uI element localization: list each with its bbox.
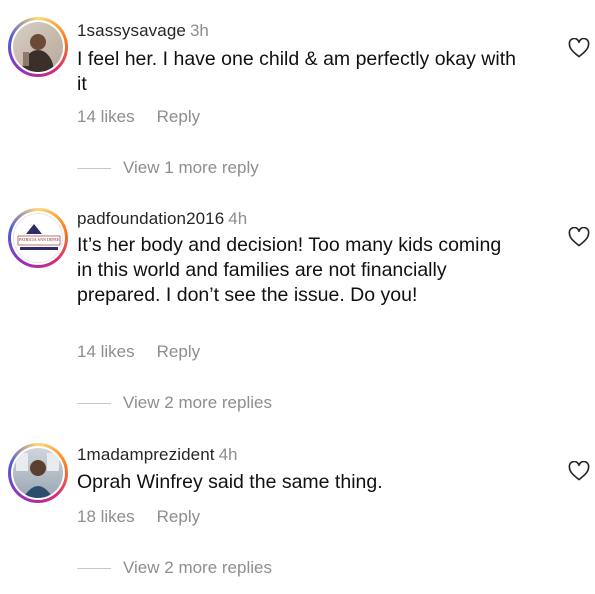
view-more-replies[interactable]: View 2 more replies <box>77 558 272 578</box>
view-more-label[interactable]: View 1 more reply <box>123 158 259 178</box>
avatar-2[interactable]: PATRICIA ANN DEPEE <box>8 208 68 268</box>
avatar-3[interactable] <box>8 443 68 503</box>
reply-button[interactable]: Reply <box>157 342 200 361</box>
likes-count[interactable]: 18 likes <box>77 507 135 526</box>
comment-text: It’s her body and decision! Too many kid… <box>77 234 502 306</box>
heart-outline-icon[interactable] <box>568 227 590 247</box>
divider-line <box>77 167 111 169</box>
view-more-label[interactable]: View 2 more replies <box>123 393 272 413</box>
avatar-1[interactable] <box>8 17 68 77</box>
heart-outline-icon[interactable] <box>568 461 590 481</box>
comment-username[interactable]: padfoundation2016 <box>77 209 224 228</box>
likes-count[interactable]: 14 likes <box>77 342 135 361</box>
comment-text: Oprah Winfrey said the same thing. <box>77 471 383 493</box>
comment-text: I feel her. I have one child & am perfec… <box>77 48 516 95</box>
comment-time: 4h <box>228 209 248 228</box>
likes-count[interactable]: 14 likes <box>77 107 135 126</box>
divider-line <box>77 402 111 404</box>
comment-username[interactable]: 1madamprezident <box>77 445 215 464</box>
comment-username[interactable]: 1sassysavage <box>77 21 186 40</box>
view-more-replies[interactable]: View 1 more reply <box>77 158 259 178</box>
reply-button[interactable]: Reply <box>157 507 200 526</box>
comment-time: 4h <box>218 445 238 464</box>
view-more-label[interactable]: View 2 more replies <box>123 558 272 578</box>
heart-outline-icon[interactable] <box>568 38 590 58</box>
reply-button[interactable]: Reply <box>157 107 200 126</box>
view-more-replies[interactable]: View 2 more replies <box>77 393 272 413</box>
divider-line <box>77 567 111 569</box>
comment-time: 3h <box>189 21 209 40</box>
avatar-logo-text: PATRICIA ANN DEPEE <box>19 237 60 242</box>
